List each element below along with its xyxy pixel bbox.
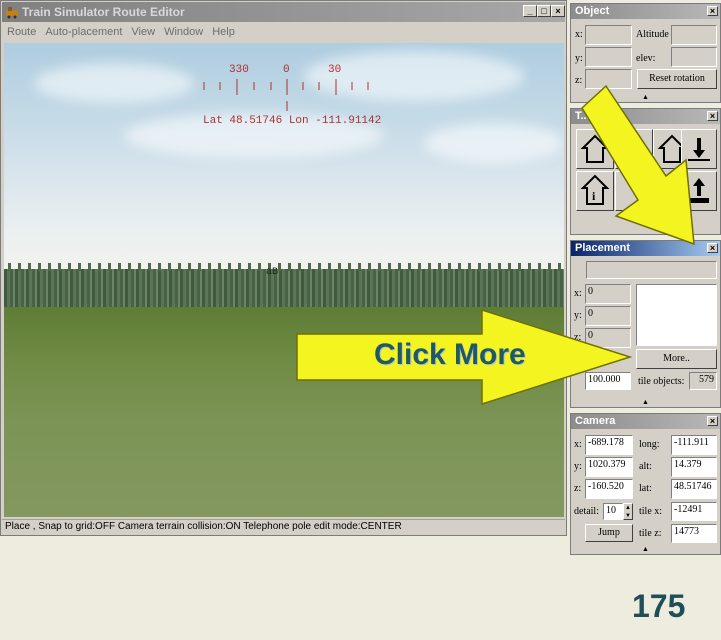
callout-label: Click More xyxy=(374,338,526,371)
page-number: 175 xyxy=(632,588,686,624)
diagonal-arrow-icon xyxy=(581,84,695,246)
annotation-layer xyxy=(296,84,695,406)
